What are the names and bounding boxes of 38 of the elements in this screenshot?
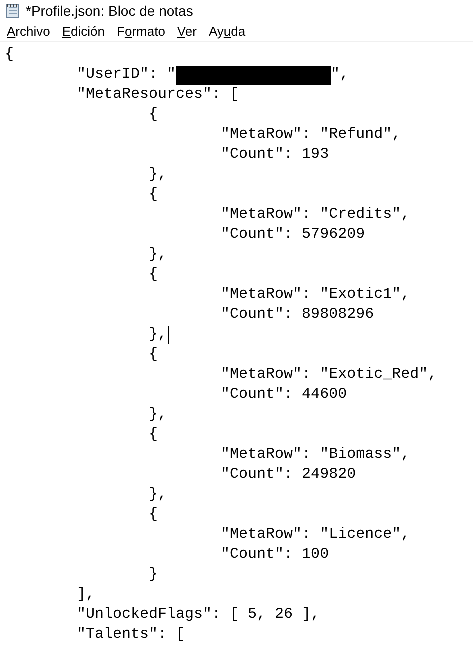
code-line: }, (148, 165, 168, 185)
code-line: "MetaRow": "Credits", (220, 205, 410, 225)
code-line: { (148, 105, 158, 125)
code-line: "UnlockedFlags": [ 5, 26 ], (76, 605, 320, 625)
code-line: { (5, 45, 14, 65)
menu-item[interactable]: Formato (112, 22, 170, 40)
menu-item[interactable]: Ver (172, 22, 202, 40)
code-line: "Count": 100 (220, 545, 330, 565)
code-line: }, (148, 405, 168, 425)
code-line: "MetaRow": "Refund", (220, 125, 402, 145)
code-line: ], (76, 585, 96, 605)
code-line: "Count": 5796209 (220, 225, 366, 245)
menu-item[interactable]: Ayuda (204, 22, 251, 40)
code-line: "Count": 249820 (220, 465, 356, 485)
menu-item[interactable]: Edición (57, 22, 110, 40)
code-line: "Count": 89808296 (220, 305, 374, 325)
code-line: { (148, 265, 158, 285)
code-line: "MetaRow": "Exotic1", (220, 285, 410, 305)
code-line: { (148, 505, 158, 525)
code-line: { (148, 345, 158, 365)
code-text: ", (331, 65, 350, 85)
code-line: "UserID": " (76, 65, 176, 85)
code-line: { (148, 425, 158, 445)
code-line: }, (148, 485, 168, 505)
code-line: "Count": 44600 (220, 385, 348, 405)
code-line: }, (148, 325, 168, 345)
code-line: "MetaResources": [ (76, 85, 240, 105)
code-line: "MetaRow": "Exotic_Red", (220, 365, 438, 385)
code-line: "MetaRow": "Licence", (220, 525, 410, 545)
code-line: { (148, 185, 158, 205)
code-line: } (148, 565, 158, 585)
code-line: "MetaRow": "Biomass", (220, 445, 410, 465)
code-line: "Count": 193 (220, 145, 330, 165)
notepad-icon (6, 3, 20, 19)
window-title: *Profile.json: Bloc de notas (26, 2, 194, 21)
code-line: }, (148, 245, 168, 265)
menu-item[interactable]: Archivo (2, 22, 56, 40)
code-line: "Talents": [ (76, 625, 186, 645)
